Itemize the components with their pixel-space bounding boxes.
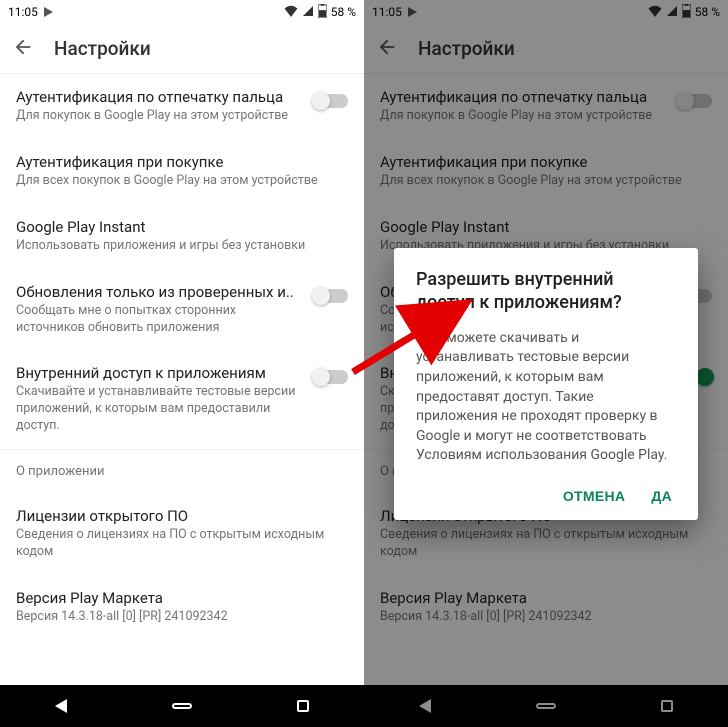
settings-list: Аутентификация по отпечатку пальца Для п… [0,74,364,685]
internal-toggle[interactable] [314,370,348,384]
setting-title: Внутренний доступ к приложениям [16,364,302,382]
phone-left: 11:05 58 % Настройки Аутентификация по о… [0,0,364,727]
nav-back-icon[interactable] [51,696,71,716]
setting-title: Аутентификация при покупке [16,153,336,171]
setting-purchase-auth[interactable]: Аутентификация при покупке Для всех поку… [0,139,364,204]
setting-subtitle: Использовать приложения и игры без устан… [16,238,336,255]
dialog-title: Разрешить внутренний доступ к приложения… [416,268,676,315]
setting-title: Аутентификация по отпечатку пальца [16,88,302,106]
play-store-icon [44,7,53,17]
setting-title: Google Play Instant [16,218,336,236]
setting-subtitle: Сведения о лицензиях на ПО с открытым ис… [16,527,336,561]
status-bar: 11:05 58 % [0,0,364,24]
setting-subtitle: Сообщать мне о попытках сторонних источн… [16,303,302,337]
navigation-bar [0,685,364,727]
battery-percent: 58 % [331,5,356,19]
dialog-body: Вы сможете скачивать и устанавливать тес… [416,329,676,466]
dialog-actions: ОТМЕНА ДА [416,482,676,510]
verified-toggle[interactable] [314,289,348,303]
wifi-icon [284,5,298,20]
fingerprint-toggle[interactable] [314,94,348,108]
phone-right: 11:05 58 % Настройки Аутентификация по о… [364,0,728,727]
setting-fingerprint-auth[interactable]: Аутентификация по отпечатку пальца Для п… [0,74,364,139]
signal-icon [302,5,314,20]
setting-title: Обновления только из проверенных и.. [16,283,302,301]
dialog-cancel-button[interactable]: ОТМЕНА [563,488,625,504]
setting-subtitle: Скачивайте и устанавливайте тестовые вер… [16,384,302,435]
dialog-ok-button[interactable]: ДА [651,488,672,504]
setting-verified-sources[interactable]: Обновления только из проверенных и.. Соо… [0,269,364,351]
about-section-header: О приложении [0,450,364,493]
nav-home-icon[interactable] [172,696,192,716]
app-bar: Настройки [0,24,364,74]
setting-subtitle: Для всех покупок в Google Play на этом у… [16,173,336,190]
confirm-dialog: Разрешить внутренний доступ к приложения… [394,248,698,520]
setting-open-source-licenses[interactable]: Лицензии открытого ПО Сведения о лицензи… [0,493,364,575]
page-title: Настройки [54,37,151,60]
setting-title: Лицензии открытого ПО [16,507,336,525]
setting-title: Версия Play Маркета [16,589,336,607]
battery-icon [318,4,327,21]
setting-internal-access[interactable]: Внутренний доступ к приложениям Скачивай… [0,350,364,449]
back-arrow-icon[interactable] [12,36,34,62]
status-time: 11:05 [8,5,38,19]
setting-play-version[interactable]: Версия Play Маркета Версия 14.3.18-all [… [0,575,364,640]
setting-subtitle: Версия 14.3.18-all [0] [PR] 241092342 [16,609,336,626]
setting-play-instant[interactable]: Google Play Instant Использовать приложе… [0,204,364,269]
setting-subtitle: Для покупок в Google Play на этом устрой… [16,108,302,125]
nav-recent-icon[interactable] [293,696,313,716]
